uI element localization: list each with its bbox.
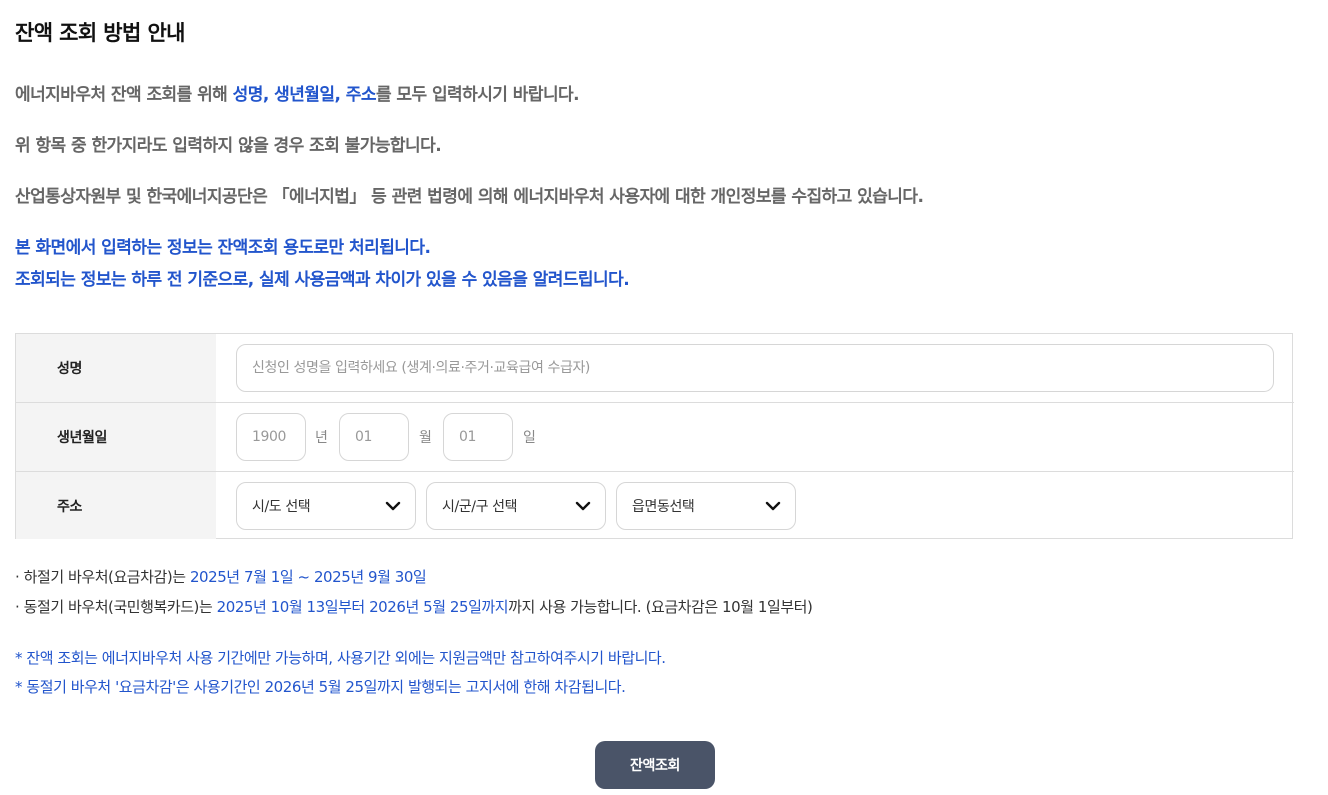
birthdate-label: 생년월일	[57, 430, 107, 446]
sigungu-select[interactable]: 시/군/구 선택	[426, 482, 606, 530]
intro-line-1-c: 를 모두 입력하시기 바랍니다.	[375, 85, 580, 105]
birthdate-label-cell: 생년월일	[16, 403, 216, 471]
name-row: 성명	[16, 334, 1294, 403]
eupmyeondong-select-value: 읍면동선택	[632, 499, 695, 515]
birth-day-input[interactable]	[443, 413, 513, 461]
address-label-cell: 주소	[16, 472, 216, 539]
page-title: 잔액 조회 방법 안내	[15, 21, 186, 45]
intro-line-3: 산업통상자원부 및 한국에너지공단은 「에너지법」 등 관련 법령에 의해 에너…	[15, 187, 924, 207]
intro-line-4: 본 화면에서 입력하는 정보는 잔액조회 용도로만 처리됩니다.	[15, 238, 431, 258]
eupmyeondong-select[interactable]: 읍면동선택	[616, 482, 796, 530]
intro-line-1-a: 에너지바우처 잔액 조회를 위해	[15, 85, 233, 105]
month-unit: 월	[419, 430, 432, 446]
year-unit: 년	[315, 430, 328, 446]
chevron-down-icon	[575, 501, 591, 511]
summer-voucher-note: · 하절기 바우처(요금차감)는 2025년 7월 1일 ~ 2025년 9월 …	[15, 566, 427, 587]
name-input[interactable]	[236, 344, 1274, 392]
name-label: 성명	[57, 361, 82, 377]
sigungu-select-value: 시/군/구 선택	[442, 499, 518, 515]
intro-line-1: 에너지바우처 잔액 조회를 위해 성명, 생년월일, 주소를 모두 입력하시기 …	[15, 80, 580, 105]
birth-year-input[interactable]	[236, 413, 306, 461]
star-note-1: * 잔액 조회는 에너지바우처 사용 기간에만 가능하며, 사용기간 외에는 지…	[15, 649, 666, 667]
winter-voucher-note-tail: 까지 사용 가능합니다. (요금차감은 10월 1일부터)	[508, 598, 813, 616]
sido-select[interactable]: 시/도 선택	[236, 482, 416, 530]
winter-voucher-note-label: · 동절기 바우처(국민행복카드)는	[15, 598, 217, 616]
day-unit: 일	[523, 430, 536, 446]
birthdate-row: 생년월일 년 월 일	[16, 403, 1294, 472]
balance-inquiry-form: 성명 생년월일 년 월 일 주소 시/도 선택 시/군/구 선택	[15, 333, 1294, 539]
chevron-down-icon	[385, 501, 401, 511]
intro-line-5: 조회되는 정보는 하루 전 기준으로, 실제 사용금액과 차이가 있을 수 있음…	[15, 270, 630, 290]
balance-inquiry-button[interactable]: 잔액조회	[595, 741, 715, 789]
intro-line-2: 위 항목 중 한가지라도 입력하지 않을 경우 조회 불가능합니다.	[15, 136, 442, 156]
winter-voucher-note: · 동절기 바우처(국민행복카드)는 2025년 10월 13일부터 2026년…	[15, 596, 813, 617]
summer-voucher-note-label: · 하절기 바우처(요금차감)는	[15, 568, 190, 586]
intro-line-1-required-fields: 성명, 생년월일, 주소	[232, 85, 377, 105]
star-note-2: * 동절기 바우처 '요금차감'은 사용기간인 2026년 5월 25일까지 발…	[15, 678, 626, 696]
address-row: 주소 시/도 선택 시/군/구 선택 읍면동선택	[16, 472, 1294, 539]
chevron-down-icon	[765, 501, 781, 511]
summer-voucher-period: 2025년 7월 1일 ~ 2025년 9월 30일	[189, 568, 427, 586]
birth-month-input[interactable]	[339, 413, 409, 461]
name-label-cell: 성명	[16, 334, 216, 402]
sido-select-value: 시/도 선택	[252, 499, 311, 515]
address-label: 주소	[57, 498, 82, 515]
winter-voucher-period: 2025년 10월 13일부터 2026년 5월 25일까지	[216, 598, 509, 616]
